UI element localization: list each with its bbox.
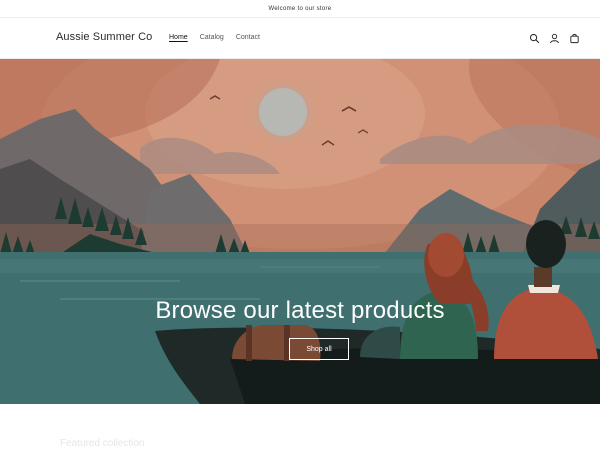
hero-banner: Browse our latest products Shop all [0, 59, 600, 404]
nav-home[interactable]: Home [169, 34, 188, 41]
featured-section: Featured collection [0, 404, 600, 450]
cart-icon[interactable] [568, 32, 580, 44]
announcement-text: Welcome to our store [268, 5, 332, 12]
announcement-bar: Welcome to our store [0, 0, 600, 18]
store-logo[interactable]: Aussie Summer Co [56, 31, 152, 43]
nav-catalog[interactable]: Catalog [200, 34, 224, 41]
header-icons [528, 32, 580, 44]
main-nav: Home Catalog Contact [169, 34, 260, 41]
search-icon[interactable] [528, 32, 540, 44]
nav-contact[interactable]: Contact [236, 34, 260, 41]
section-heading: Featured collection [60, 438, 145, 449]
site-header: Aussie Summer Co Home Catalog Contact [0, 18, 600, 59]
shop-all-button[interactable]: Shop all [289, 338, 349, 360]
account-icon[interactable] [548, 32, 560, 44]
hero-heading: Browse our latest products [155, 297, 445, 324]
